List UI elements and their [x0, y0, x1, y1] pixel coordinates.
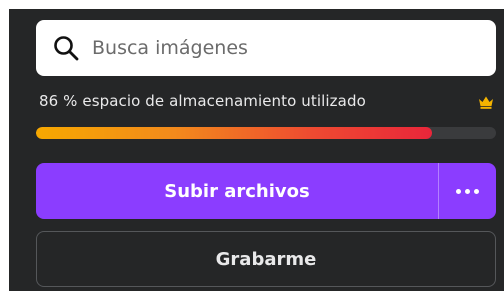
upload-button-group: Subir archivos	[36, 163, 496, 219]
storage-progress-bar	[36, 127, 496, 139]
top-edge	[0, 0, 504, 9]
more-options-button[interactable]	[439, 163, 496, 219]
search-input[interactable]	[92, 28, 472, 68]
storage-progress-fill	[36, 127, 432, 139]
search-box[interactable]	[36, 20, 496, 76]
search-icon	[52, 34, 80, 62]
more-horizontal-icon	[454, 188, 481, 194]
storage-usage-label: 86 % espacio de almacenamiento utilizado	[39, 92, 366, 110]
crown-icon[interactable]	[478, 94, 494, 109]
uploads-panel: 86 % espacio de almacenamiento utilizado…	[0, 0, 504, 291]
upload-files-button[interactable]: Subir archivos	[36, 163, 438, 219]
record-yourself-button[interactable]: Grabarme	[36, 231, 496, 287]
